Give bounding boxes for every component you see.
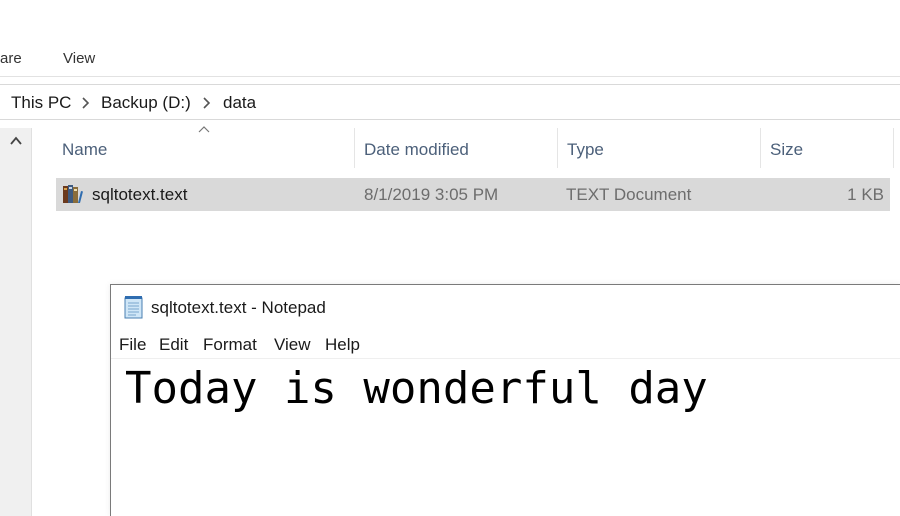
column-header-size-label: Size <box>770 140 804 159</box>
notepad-window-title: sqltotext.text - Notepad <box>151 298 326 317</box>
notepad-icon <box>124 296 143 319</box>
column-divider[interactable] <box>893 128 894 168</box>
breadcrumb-this-pc[interactable]: This PC <box>11 93 71 113</box>
nav-pane-scrollbar[interactable] <box>0 128 32 516</box>
scroll-up-arrow-icon[interactable] <box>8 134 24 148</box>
menu-edit[interactable]: Edit <box>159 335 188 355</box>
file-size: 1 KB <box>847 185 884 204</box>
ribbon-tabs: are View <box>0 46 900 74</box>
menu-file[interactable]: File <box>119 335 146 355</box>
chevron-right-icon[interactable] <box>80 96 92 110</box>
ribbon-tab-view[interactable]: View <box>63 50 95 67</box>
table-row[interactable]: sqltotext.text 8/1/2019 3:05 PM TEXT Doc… <box>56 178 890 211</box>
notepad-window[interactable]: sqltotext.text - Notepad File Edit Forma… <box>110 284 900 516</box>
column-header-name[interactable]: Name <box>56 128 354 170</box>
chevron-right-icon[interactable] <box>201 96 213 110</box>
column-header-type-label: Type <box>567 140 604 159</box>
notepad-text-area[interactable]: Today is wonderful day <box>125 364 885 515</box>
column-header-date-label: Date modified <box>364 140 469 159</box>
column-header-date[interactable]: Date modified <box>356 128 556 170</box>
column-header-name-label: Name <box>62 140 108 159</box>
column-header-size[interactable]: Size <box>762 128 892 170</box>
breadcrumb[interactable]: This PC Backup (D:) data <box>0 84 900 120</box>
ribbon-tab-share[interactable]: are <box>0 50 22 67</box>
column-divider[interactable] <box>354 128 355 168</box>
text-file-icon <box>63 185 83 203</box>
menu-view[interactable]: View <box>274 335 311 355</box>
file-date-modified: 8/1/2019 3:05 PM <box>364 185 499 204</box>
file-name: sqltotext.text <box>92 185 188 204</box>
menu-help[interactable]: Help <box>325 335 360 355</box>
column-divider[interactable] <box>557 128 558 168</box>
notepad-menu-bar: File Edit Format View Help <box>111 333 900 359</box>
column-divider[interactable] <box>760 128 761 168</box>
notepad-title-bar[interactable]: sqltotext.text - Notepad <box>111 285 900 329</box>
breadcrumb-backup[interactable]: Backup (D:) <box>101 93 191 113</box>
file-explorer-window: are View This PC Backup (D:) data Name D… <box>0 0 900 516</box>
breadcrumb-data[interactable]: data <box>223 93 256 113</box>
column-header-type[interactable]: Type <box>559 128 759 170</box>
menu-format[interactable]: Format <box>203 335 257 355</box>
ribbon-divider <box>0 76 900 77</box>
file-type: TEXT Document <box>566 185 692 204</box>
